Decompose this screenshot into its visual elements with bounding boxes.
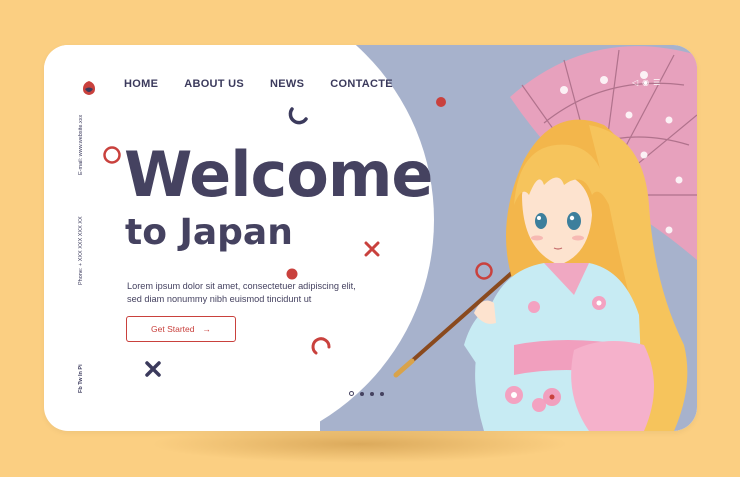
- arrow-right-icon: →: [202, 324, 211, 334]
- side-contact-info: Phone: + XXX XXX XXX XX E-mail: www.webs…: [78, 115, 90, 285]
- side-social-links[interactable]: Fb Tw In Pi: [78, 363, 90, 393]
- landing-card: HOME ABOUT US NEWS CONTACTE ◁ ◉ ☰ Phone:…: [44, 45, 697, 431]
- logo-icon[interactable]: [81, 80, 97, 96]
- hero-subtitle: to Japan: [125, 212, 293, 253]
- get-started-label: Get Started: [151, 324, 195, 334]
- carousel-pagination: [349, 391, 384, 396]
- carousel-dot-1[interactable]: [349, 391, 354, 396]
- get-started-button[interactable]: Get Started →: [126, 316, 236, 342]
- hero-title: Welcome: [124, 138, 433, 211]
- menu-icon[interactable]: ☰: [653, 78, 660, 87]
- main-nav: HOME ABOUT US NEWS CONTACTE: [124, 78, 393, 90]
- carousel-dot-3[interactable]: [370, 391, 374, 396]
- top-right-icons: ◁ ◉ ☰: [632, 78, 660, 87]
- carousel-dot-2[interactable]: [360, 391, 364, 396]
- user-icon[interactable]: ◉: [642, 78, 649, 87]
- nav-news[interactable]: NEWS: [270, 78, 304, 90]
- side-phone: Phone: + XXX XXX XXX XX: [78, 216, 84, 285]
- nav-about-us[interactable]: ABOUT US: [184, 78, 244, 90]
- carousel-dot-4[interactable]: [380, 391, 384, 396]
- nav-contact[interactable]: CONTACTE: [330, 78, 393, 90]
- hero-description: Lorem ipsum dolor sit amet, consectetuer…: [127, 281, 356, 304]
- side-email: E-mail: www.website.xxx: [78, 115, 84, 176]
- share-icon[interactable]: ◁: [632, 78, 638, 87]
- nav-home[interactable]: HOME: [124, 78, 158, 90]
